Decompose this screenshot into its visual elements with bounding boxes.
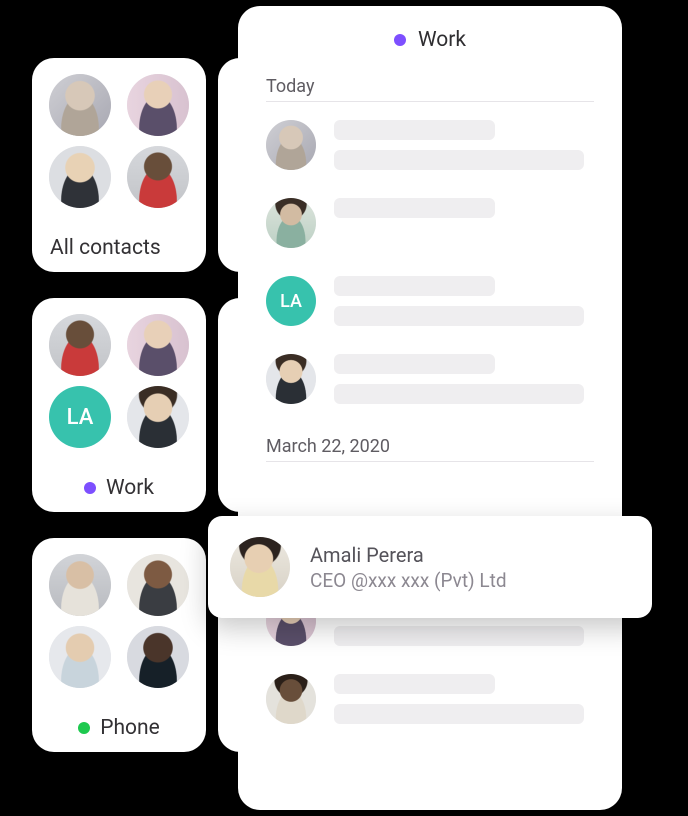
group-card-work[interactable]: LA Work: [32, 298, 206, 512]
avatar: [127, 146, 189, 208]
list-item[interactable]: [238, 660, 622, 738]
panel-title: Work: [418, 28, 466, 52]
skeleton-text: [334, 150, 584, 170]
avatar: [266, 354, 316, 404]
skeleton-text: [334, 674, 495, 694]
skeleton-text: [334, 704, 584, 724]
item-lines: [334, 120, 594, 170]
group-label-text: Work: [106, 476, 154, 500]
dot-icon: [84, 482, 96, 494]
avatar: [266, 198, 316, 248]
contacts-list-panel: Work Today LA March 22, 2020: [238, 6, 622, 810]
section-label: Today: [266, 76, 594, 102]
contact-name: Amali Perera: [310, 543, 507, 567]
group-label-text: All contacts: [50, 236, 161, 260]
list-item[interactable]: [238, 106, 622, 184]
item-lines: [334, 276, 594, 326]
contact-text: Amali Perera CEO @xxx xxx (Pvt) Ltd: [310, 543, 507, 592]
avatar: [266, 120, 316, 170]
avatar: [266, 674, 316, 724]
contact-subtitle: CEO @xxx xxx (Pvt) Ltd: [310, 569, 507, 592]
section-label: March 22, 2020: [266, 436, 594, 462]
dot-icon: [78, 722, 90, 734]
item-lines: [334, 674, 594, 724]
group-card-phone[interactable]: Phone: [32, 538, 206, 752]
skeleton-text: [334, 354, 495, 374]
avatar: [127, 554, 189, 616]
avatar: [127, 386, 189, 448]
item-lines: [334, 198, 594, 218]
dot-icon: [394, 34, 406, 46]
skeleton-text: [334, 120, 495, 140]
avatar-grid: [46, 74, 192, 208]
skeleton-text: [334, 276, 495, 296]
avatar: [49, 146, 111, 208]
group-label: Work: [46, 470, 192, 500]
group-card-all-contacts[interactable]: All contacts: [32, 58, 206, 272]
avatar: [49, 554, 111, 616]
avatar: [49, 74, 111, 136]
skeleton-text: [334, 626, 584, 646]
group-label: All contacts: [46, 230, 192, 260]
skeleton-text: [334, 306, 584, 326]
avatar: [49, 626, 111, 688]
panel-header: Work: [238, 28, 622, 66]
avatar-grid: [46, 554, 192, 688]
item-lines: [334, 354, 594, 404]
avatar-grid: LA: [46, 314, 192, 448]
avatar: [127, 74, 189, 136]
avatar: [49, 314, 111, 376]
group-label: Phone: [46, 710, 192, 740]
list-item[interactable]: [238, 340, 622, 418]
list-item[interactable]: LA: [238, 262, 622, 340]
avatar-initials: LA: [49, 386, 111, 448]
skeleton-text: [334, 384, 584, 404]
skeleton-text: [334, 198, 495, 218]
group-label-text: Phone: [100, 716, 160, 740]
avatar-initials: LA: [266, 276, 316, 326]
avatar: [127, 314, 189, 376]
contact-highlight-card[interactable]: Amali Perera CEO @xxx xxx (Pvt) Ltd: [208, 516, 652, 618]
list-item[interactable]: [238, 184, 622, 262]
avatar: [127, 626, 189, 688]
avatar: [230, 537, 290, 597]
